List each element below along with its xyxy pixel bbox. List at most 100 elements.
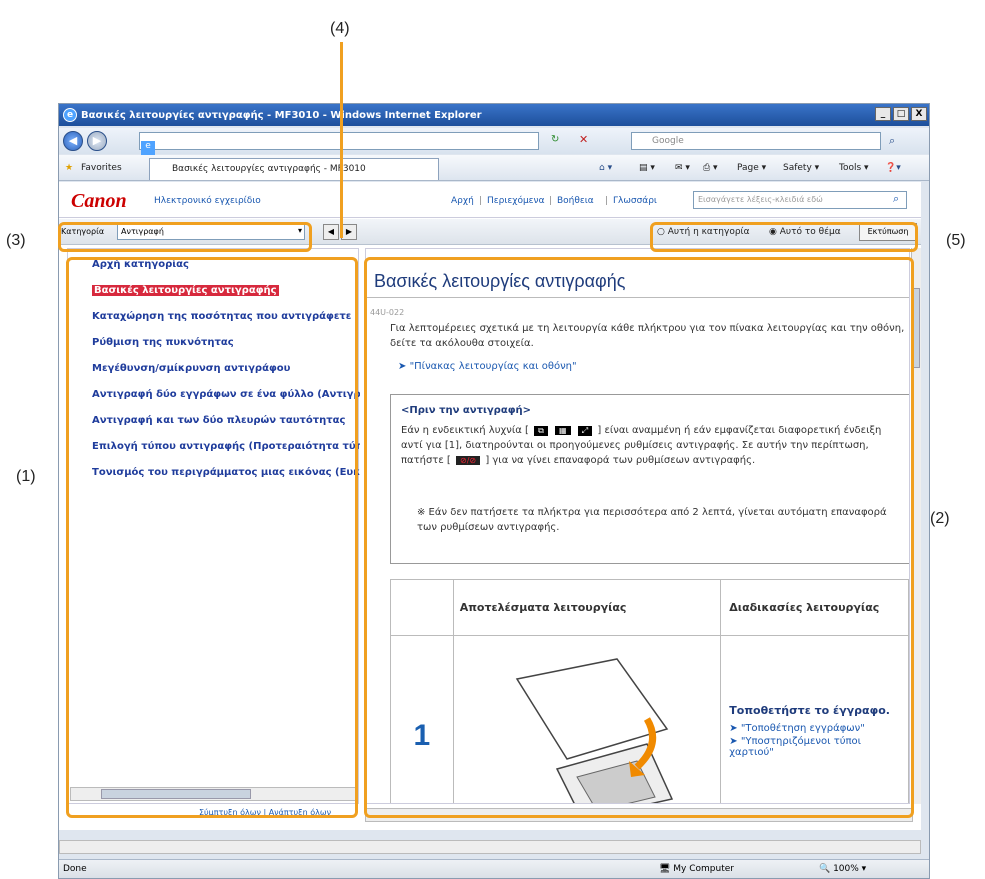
step-title: Τοποθετήστε το έγγραφο. <box>729 704 890 717</box>
print-icon[interactable]: ⎙ ▾ <box>703 163 718 173</box>
category-select[interactable]: Αντιγραφή ▾ <box>117 224 305 240</box>
close-window-button[interactable]: X <box>911 107 927 121</box>
title-bar: e Βασικές λειτουργίες αντιγραφής - MF301… <box>59 104 929 126</box>
prev-topic-button[interactable]: ◀ <box>323 224 339 240</box>
step-link-paper[interactable]: ➤ "Υποστηριζόμενοι τύποι χαρτιού" <box>729 736 900 758</box>
sidebar-item-quantity[interactable]: Καταχώρηση της ποσότητας που αντιγράφετε <box>92 311 360 322</box>
note-text: Εάν η ενδεικτική λυχνία [ ⧉ ▦ ⤢ ] είναι … <box>401 425 882 466</box>
sidebar-item-basic-copy[interactable]: Βασικές λειτουργίες αντιγραφής <box>92 285 279 296</box>
note-box: <Πριν την αντιγραφή> Εάν η ενδεικτική λυ… <box>390 394 909 564</box>
page-title: Βασικές λειτουργίες αντιγραφής <box>374 271 626 291</box>
stop-icon[interactable]: ✕ <box>579 133 588 146</box>
tab-current[interactable]: Βασικές λειτουργίες αντιγραφής - MF3010 <box>149 158 439 180</box>
title-divider <box>366 297 909 298</box>
restore-button[interactable]: □ <box>893 107 909 121</box>
window-title: Βασικές λειτουργίες αντιγραφής - MF3010 … <box>81 109 482 121</box>
category-value: Αντιγραφή <box>121 227 164 236</box>
favorites-button[interactable]: Favorites <box>81 163 122 173</box>
search-icon[interactable]: ⌕ <box>889 134 895 148</box>
browser-window: e Βασικές λειτουργίες αντιγραφής - MF301… <box>58 103 930 879</box>
favorites-bar: ★ Favorites Βασικές λειτουργίες αντιγραφ… <box>59 155 929 181</box>
feeds-icon[interactable]: ▤ ▾ <box>639 163 655 173</box>
copy-key-icon: ⧉ <box>534 426 548 436</box>
sidebar: Αρχή κατηγορίας Βασικές λειτουργίες αντι… <box>67 248 360 804</box>
table-header-procedures: Διαδικασίες λειτουργίας <box>720 579 909 636</box>
url-input[interactable]: e <box>139 132 539 155</box>
step-number: 1 <box>390 635 454 803</box>
step-illustration <box>452 635 722 803</box>
sidebar-hscrollbar[interactable] <box>70 787 356 801</box>
reset-key-icon: ⊘/⊘ <box>456 456 481 465</box>
procedure-table: Αποτελέσματα λειτουργίας Διαδικασίες λει… <box>390 579 909 803</box>
step-procedure: Τοποθετήστε το έγγραφο. ➤ "Τοποθέτηση εγ… <box>720 635 909 803</box>
page-icon: e <box>141 141 155 155</box>
back-icon[interactable]: ◀ <box>63 131 83 151</box>
safety-menu[interactable]: Safety ▾ <box>783 163 819 173</box>
callout-1: (1) <box>16 468 36 485</box>
print-button[interactable]: Εκτύπωση <box>859 223 917 241</box>
callout-2: (2) <box>930 510 950 527</box>
intro-link[interactable]: ➤ "Πίνακας λειτουργίας και οθόνη" <box>398 359 577 374</box>
page-content: Canon Ηλεκτρονικό εγχειρίδιο Αρχή | Περι… <box>59 182 921 830</box>
link-home[interactable]: Αρχή <box>451 196 474 206</box>
callout-4: (4) <box>330 20 350 37</box>
favorites-star-icon: ★ <box>65 163 74 173</box>
callout-5: (5) <box>946 232 966 249</box>
category-label: Κατηγορία <box>61 227 105 236</box>
radio-this-category[interactable]: ○ Αυτή η κατηγορία <box>657 227 750 237</box>
link-glossary[interactable]: Γλωσσάρι <box>613 196 657 206</box>
sidebar-item-density[interactable]: Ρύθμιση της πυκνότητας <box>92 337 360 348</box>
article-hscrollbar[interactable] <box>365 808 913 822</box>
next-topic-button[interactable]: ▶ <box>341 224 357 240</box>
sidebar-item-sharpness[interactable]: Τονισμός του περιγράμματος μιας εικόνας … <box>92 467 360 478</box>
sidebar-item-id-card[interactable]: Αντιγραφή και των δύο πλευρών ταυτότητας <box>92 415 360 426</box>
refresh-icon[interactable]: ↻ <box>551 134 559 145</box>
link-contents[interactable]: Περιεχόμενα <box>487 196 545 206</box>
zoom-key-icon: ⤢ <box>577 426 593 436</box>
article-vscrollbar[interactable] <box>911 248 921 804</box>
note-title: <Πριν την αντιγραφή> <box>401 405 532 416</box>
window-hscrollbar[interactable] <box>59 840 921 854</box>
sidebar-item-category-home[interactable]: Αρχή κατηγορίας <box>92 259 360 270</box>
callout-3: (3) <box>6 232 26 249</box>
chevron-down-icon: ▾ <box>297 226 302 235</box>
canon-logo: Canon <box>71 190 127 212</box>
link-help[interactable]: Βοήθεια <box>557 196 594 206</box>
edoc-label: Ηλεκτρονικό εγχειρίδιο <box>154 196 261 206</box>
tools-menu[interactable]: Tools ▾ <box>839 163 869 173</box>
tool-row: Κατηγορία Αντιγραφή ▾ ◀ ▶ ○ Αυτή η κατηγ… <box>59 219 921 245</box>
sidebar-item-copy-type[interactable]: Επιλογή τύπου αντιγραφής (Προτεραιότητα … <box>92 441 360 452</box>
zoom-control[interactable]: 🔍 100% ▾ <box>819 864 866 874</box>
table-header-results: Αποτελέσματα λειτουργίας <box>452 579 722 636</box>
ie-icon: e <box>63 108 77 122</box>
callout-4-line <box>340 42 343 238</box>
radio-this-topic[interactable]: ◉ Αυτό το θέμα <box>769 227 841 237</box>
tab-title: Βασικές λειτουργίες αντιγραφής - MF3010 <box>172 164 366 174</box>
forward-icon[interactable]: ▶ <box>87 131 107 151</box>
status-bar: Done 🖥 My Computer 🔍 100% ▾ <box>59 859 929 878</box>
canon-header: Canon Ηλεκτρονικό εγχειρίδιο Αρχή | Περι… <box>59 182 921 218</box>
note-asterisk: ※ Εάν δεν πατήσετε τα πλήκτρα για περισσ… <box>417 507 887 533</box>
help-icon[interactable]: ❓▾ <box>885 163 901 173</box>
address-bar: ◀ ▶ e ↻ ✕ Google ⌕ <box>59 128 929 155</box>
home-icon[interactable]: ⌂ ▾ <box>599 163 612 173</box>
mail-icon[interactable]: ✉ ▾ <box>675 163 690 173</box>
zone-label: 🖥 My Computer <box>659 864 734 874</box>
sidebar-item-2on1[interactable]: Αντιγραφή δύο εγγράφων σε ένα φύλλο (Αντ… <box>92 389 360 400</box>
status-text: Done <box>63 864 87 874</box>
minimize-button[interactable]: _ <box>875 107 891 121</box>
step-link-placing[interactable]: ➤ "Τοποθέτηση εγγράφων" <box>729 723 900 734</box>
article-intro: Για λεπτομέρειες σχετικά με τη λειτουργί… <box>390 323 905 349</box>
keyword-search-input[interactable]: Εισαγάγετε λέξεις-κλειδιά εδώ <box>693 191 907 209</box>
page-menu[interactable]: Page ▾ <box>737 163 766 173</box>
density-key-icon: ▦ <box>555 426 571 435</box>
collapse-expand-links[interactable]: Σύμπτυξη όλων | Ανάπτυξη όλων <box>199 808 331 817</box>
search-input[interactable]: Google <box>631 132 881 150</box>
scanner-illustration <box>515 658 674 803</box>
keyword-search-icon[interactable]: ⌕ <box>893 192 899 206</box>
article-vscroll-thumb[interactable] <box>913 288 920 368</box>
sidebar-item-zoom[interactable]: Μεγέθυνση/σμίκρυνση αντιγράφου <box>92 363 360 374</box>
sidebar-hscroll-thumb[interactable] <box>101 789 251 799</box>
article-code: 44U-022 <box>370 308 405 317</box>
table-header-num <box>390 579 454 636</box>
